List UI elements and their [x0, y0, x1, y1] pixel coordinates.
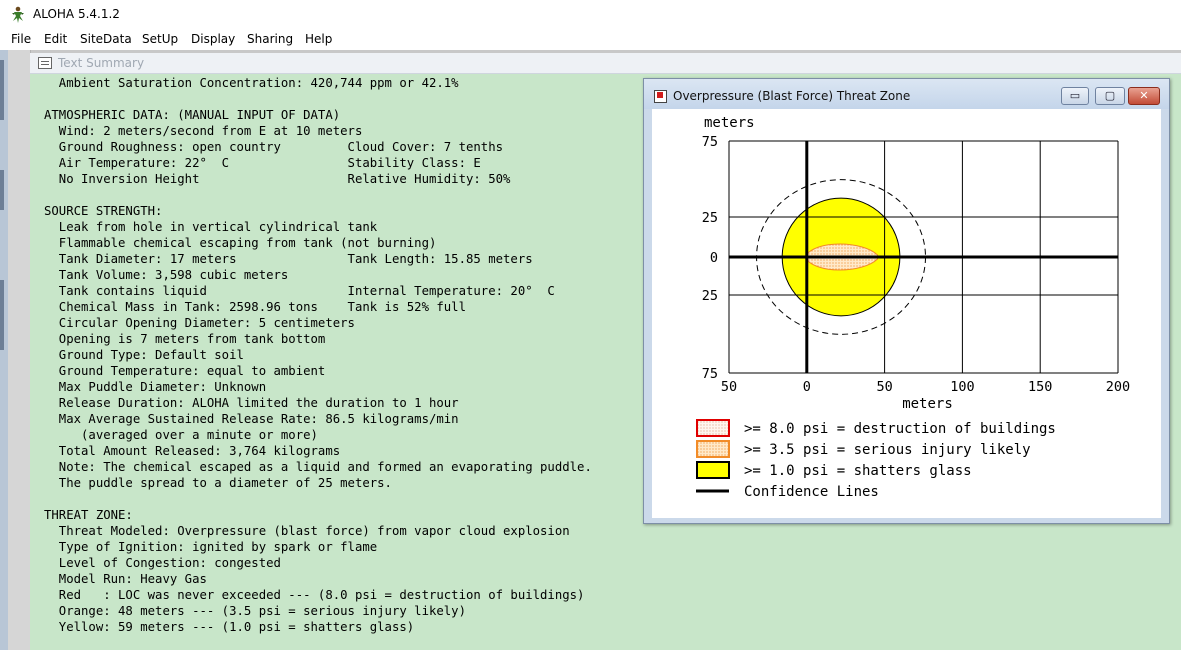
x-tick-label: 50 [876, 379, 892, 395]
close-icon: ✕ [1139, 89, 1149, 102]
y-tick-label: 25 [702, 288, 718, 304]
minimize-icon: ▭ [1069, 89, 1081, 102]
text-summary-titlebar[interactable]: Text Summary [30, 53, 1181, 74]
menu-bar: File Edit SiteData SetUp Display Sharing… [0, 30, 1181, 50]
close-button[interactable]: ✕ [1128, 87, 1160, 105]
x-tick-label: 0 [803, 379, 811, 395]
x-tick-label: 100 [950, 379, 974, 395]
app-titlebar: ALOHA 5.4.1.2 [0, 0, 1181, 30]
legend-swatch-red [696, 419, 730, 437]
x-axis-label: meters [902, 396, 953, 412]
aloha-window-icon [654, 90, 667, 103]
y-tick-label: 75 [702, 366, 718, 382]
legend-label-orange: >= 3.5 psi = serious injury likely [744, 442, 1031, 458]
text-summary-content: Ambient Saturation Concentration: 420,74… [44, 76, 592, 634]
legend-label-confidence: Confidence Lines [744, 484, 879, 500]
y-tick-label: 0 [710, 250, 718, 266]
threat-zone-chart: meters75250257550 0 50 100 150 200meters >= 8… [696, 115, 1130, 500]
legend-label-red: >= 8.0 psi = destruction of buildings [744, 421, 1056, 437]
threat-zone-plot-area: meters 75 25 0 25 75 50 0 50 100 150 200 meters >= 8… [652, 109, 1161, 518]
aloha-app-icon [12, 6, 24, 23]
menu-display[interactable]: Display [191, 32, 235, 46]
app-title: ALOHA 5.4.1.2 [33, 7, 120, 21]
menu-edit[interactable]: Edit [44, 32, 67, 46]
x-tick-label: 200 [1106, 379, 1130, 395]
x-tick-label: 50 [721, 379, 737, 395]
y-tick-label: 25 [702, 210, 718, 226]
legend-label-yellow: >= 1.0 psi = shatters glass [744, 463, 972, 479]
menu-file[interactable]: File [11, 32, 31, 46]
legend-swatch-orange [696, 440, 730, 458]
y-unit-label: meters [704, 115, 755, 131]
document-icon [38, 57, 52, 69]
minimize-button[interactable]: ▭ [1061, 87, 1089, 105]
vertical-scrollbar[interactable] [8, 50, 31, 650]
threat-zone-titlebar[interactable]: Overpressure (Blast Force) Threat Zone ▭… [644, 79, 1169, 109]
desktop-edge [0, 50, 8, 650]
menu-help[interactable]: Help [305, 32, 332, 46]
x-tick-label: 150 [1028, 379, 1052, 395]
threat-zone-window: Overpressure (Blast Force) Threat Zone ▭… [643, 78, 1170, 524]
menu-sharing[interactable]: Sharing [247, 32, 293, 46]
maximize-button[interactable]: ▢ [1095, 87, 1125, 105]
threat-zone-title: Overpressure (Blast Force) Threat Zone [673, 89, 911, 103]
text-summary-title: Text Summary [58, 56, 145, 70]
legend-swatch-yellow [696, 461, 730, 479]
maximize-icon: ▢ [1104, 89, 1116, 102]
menu-setup[interactable]: SetUp [142, 32, 178, 46]
menu-sitedata[interactable]: SiteData [80, 32, 132, 46]
y-tick-label: 75 [702, 134, 718, 150]
